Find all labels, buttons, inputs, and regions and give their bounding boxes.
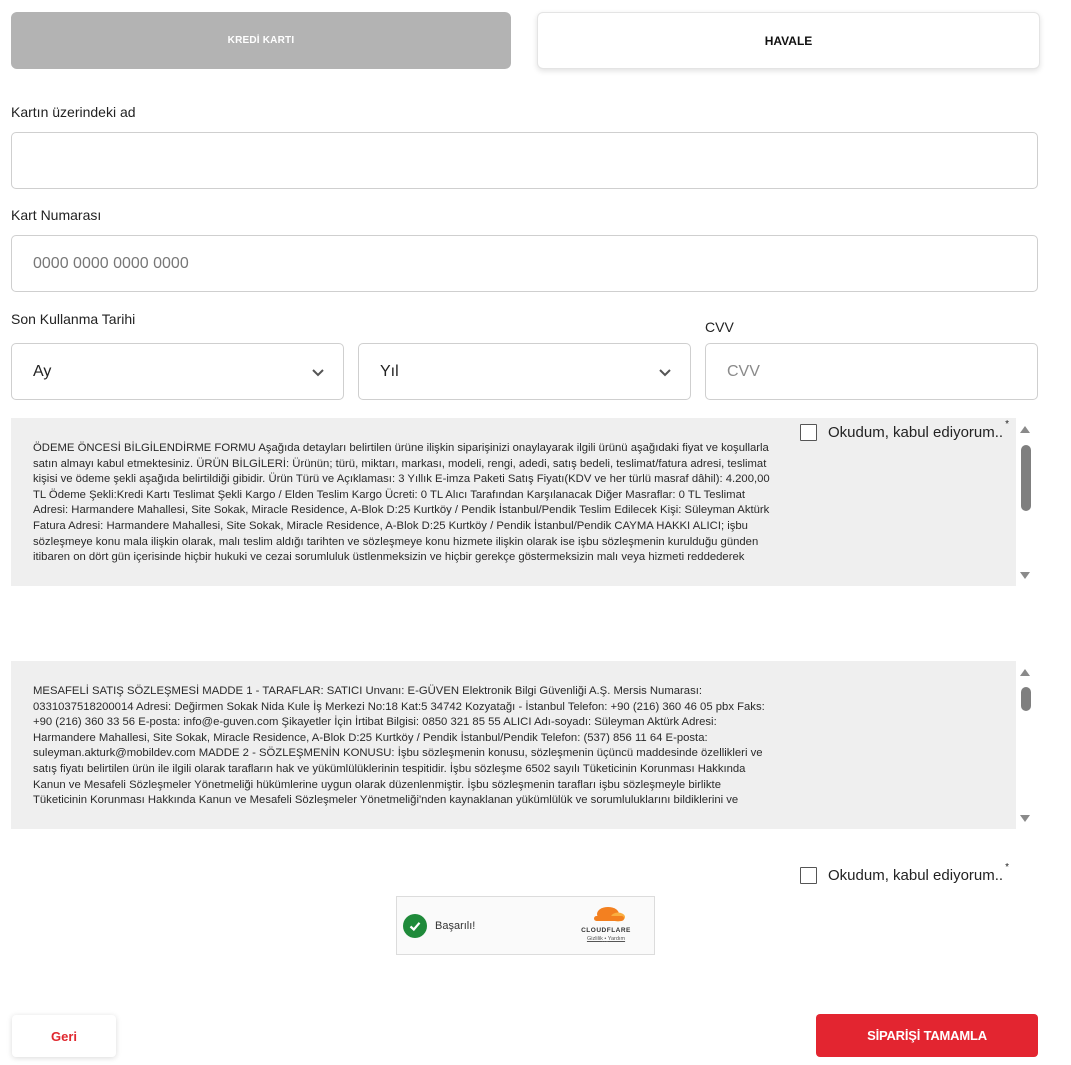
text-line: MESAFELİ SATIŞ SÖZLEŞMESİ MADDE 1 - TARA… bbox=[33, 685, 702, 697]
text-line: kişisi ve ödeme şekli aşağıda belirtildi… bbox=[33, 473, 770, 486]
cvv-input[interactable]: CVV bbox=[705, 343, 1038, 400]
contract-scrollbar[interactable] bbox=[1018, 661, 1034, 829]
text-line: ÖDEME ÖNCESİ BİLGİLENDİRME FORMU Aşağıda… bbox=[33, 442, 769, 454]
privacy-link[interactable]: Gizlilik bbox=[587, 936, 603, 942]
cloudflare-logo-icon bbox=[594, 907, 625, 922]
scroll-thumb[interactable] bbox=[1021, 687, 1031, 711]
captcha-status: Başarılı! bbox=[435, 919, 476, 932]
text-line: Adresi: Harmandere Mahallesi, Site Sokak… bbox=[33, 504, 770, 517]
required-mark: * bbox=[1005, 419, 1009, 430]
required-mark: * bbox=[1005, 862, 1009, 873]
pre-info-textbox[interactable]: ÖDEME ÖNCESİ BİLGİLENDİRME FORMU Aşağıda… bbox=[11, 418, 1016, 586]
cloudflare-brand: CLOUDFLARE Gizlilik • Yardım bbox=[566, 906, 646, 942]
month-select[interactable]: Ay bbox=[11, 343, 344, 400]
year-select[interactable]: Yıl bbox=[358, 343, 691, 400]
scroll-up-icon[interactable] bbox=[1020, 669, 1030, 676]
scroll-down-icon[interactable] bbox=[1020, 572, 1030, 579]
text-line: +90 (216) 360 33 56 E-posta: info@e-guve… bbox=[33, 716, 717, 729]
card-name-input[interactable] bbox=[11, 132, 1038, 189]
text-line: 0331037518200014 Adresi: Değirmen Sokak … bbox=[33, 700, 765, 713]
pre-info-accept-label: Okudum, kabul ediyorum.. bbox=[828, 424, 1004, 441]
expiry-label: Son Kullanma Tarihi bbox=[11, 311, 136, 327]
tab-credit-card[interactable]: KREDİ KARTI bbox=[11, 12, 511, 69]
tab-bank-transfer[interactable]: HAVALE bbox=[537, 12, 1040, 69]
text-line: Harmandere Mahallesi, Site Sokak, Miracl… bbox=[33, 731, 708, 744]
text-line: Tüketicinin Korunması Hakkında Kanun ve … bbox=[33, 794, 739, 807]
scroll-down-icon[interactable] bbox=[1020, 815, 1030, 822]
link-separator: • bbox=[604, 936, 607, 942]
scroll-up-icon[interactable] bbox=[1020, 426, 1030, 433]
cvv-label: CVV bbox=[705, 319, 734, 335]
text-line: TL Ödeme Şekli:Kredi Kartı Teslimat Şekl… bbox=[33, 488, 746, 501]
captcha-widget[interactable]: Başarılı! CLOUDFLARE Gizlilik • Yardım bbox=[396, 896, 655, 955]
pre-info-scrollbar[interactable] bbox=[1018, 418, 1034, 586]
month-select-value: Ay bbox=[33, 362, 52, 380]
contract-textbox[interactable]: MESAFELİ SATIŞ SÖZLEŞMESİ MADDE 1 - TARA… bbox=[11, 661, 1016, 829]
contract-text: MESAFELİ SATIŞ SÖZLEŞMESİ MADDE 1 - TARA… bbox=[11, 661, 1016, 809]
card-number-label: Kart Numarası bbox=[11, 207, 102, 223]
scroll-thumb[interactable] bbox=[1021, 445, 1031, 511]
text-line: Kanun ve Mesafeli Sözleşmeler Yönetmeliğ… bbox=[33, 778, 721, 791]
year-select-value: Yıl bbox=[380, 362, 399, 380]
text-line: itibaren on dört gün içerisinde hiçbir h… bbox=[33, 551, 745, 564]
success-check-icon bbox=[403, 913, 427, 938]
back-button[interactable]: Geri bbox=[12, 1015, 116, 1057]
terms-link[interactable]: Yardım bbox=[608, 936, 625, 942]
contract-accept[interactable]: Okudum, kabul ediyorum.. * bbox=[800, 862, 1009, 884]
chevron-down-icon bbox=[659, 368, 671, 376]
card-name-label: Kartın üzerindeki ad bbox=[11, 104, 136, 120]
text-line: suleyman.akturk@mobildev.com MADDE 2 - S… bbox=[33, 747, 763, 760]
contract-checkbox[interactable] bbox=[800, 867, 817, 884]
contract-accept-label: Okudum, kabul ediyorum.. bbox=[828, 867, 1004, 884]
chevron-down-icon bbox=[312, 368, 324, 376]
text-line: sözleşmeye konu mala ilişkin olarak, mal… bbox=[33, 535, 759, 548]
cloudflare-links: Gizlilik • Yardım bbox=[566, 936, 646, 942]
complete-order-button[interactable]: SİPARİŞİ TAMAMLA bbox=[816, 1014, 1038, 1057]
cloudflare-name: CLOUDFLARE bbox=[581, 927, 631, 934]
text-line: satış fiyatı belirtilen ürün ile ilgili … bbox=[33, 762, 746, 775]
pre-info-checkbox[interactable] bbox=[800, 424, 817, 441]
pre-info-accept[interactable]: Okudum, kabul ediyorum.. * bbox=[800, 419, 1009, 441]
card-number-input[interactable]: 0000 0000 0000 0000 bbox=[11, 235, 1038, 292]
text-line: satın almayı kabul etmektesiniz. ÜRÜN Bİ… bbox=[33, 457, 767, 470]
text-line: Fatura Adresi: Harmandere Mahallesi, Sit… bbox=[33, 519, 748, 532]
